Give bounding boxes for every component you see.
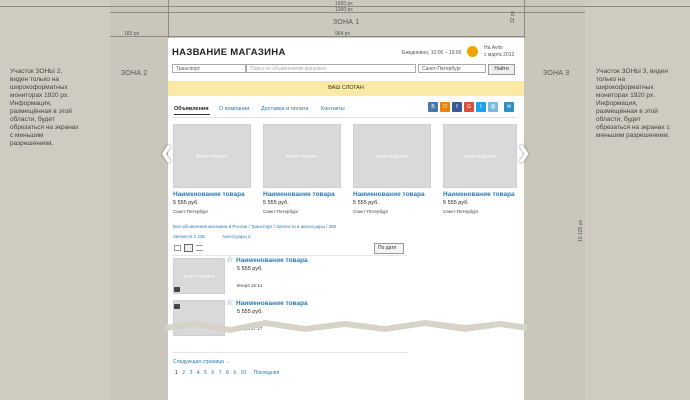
- ok-icon[interactable]: О: [440, 102, 450, 112]
- mail-icon[interactable]: @: [488, 102, 498, 112]
- carousel-item-city: Санкт-Петербург: [353, 209, 389, 214]
- view-table-icon[interactable]: [196, 245, 203, 251]
- top-height-label: 32 px: [510, 10, 517, 24]
- carousel-item-name[interactable]: Наименование товара: [353, 191, 425, 198]
- carousel-item-city: Санкт-Петербург: [173, 209, 209, 214]
- listing-item-date: Вчера 15:14: [237, 283, 263, 288]
- camera-icon: [174, 287, 180, 292]
- width-1260-label: 1260 px: [335, 7, 353, 13]
- carousel-photo[interactable]: ФОТО ТОВАРА: [173, 124, 251, 188]
- search-input[interactable]: Поиск по объявлениям магазина: [246, 64, 416, 73]
- listing-item-price: 5 555 руб.: [237, 266, 263, 272]
- listing-photo[interactable]: ФОТО ТОВАРА: [173, 258, 225, 294]
- hours-text: Ежедневно, 10:00 – 19:00: [402, 50, 462, 56]
- category-select[interactable]: Транспорт: [172, 64, 246, 73]
- page-number[interactable]: 7: [219, 370, 222, 376]
- page-number[interactable]: 5: [204, 370, 207, 376]
- offset-label: 183 px: [124, 31, 140, 37]
- carousel-item-price: 5 555 руб.: [443, 200, 469, 206]
- find-button[interactable]: Найти: [488, 64, 515, 75]
- zone-3-note: Участок ЗОНЫ 3, виден только на широкофо…: [596, 68, 670, 139]
- last-page-link[interactable]: Последняя: [254, 370, 280, 376]
- next-page-link[interactable]: Следующая страница →: [173, 359, 230, 365]
- zone-1-label: ЗОНА 1: [333, 19, 360, 26]
- slogan-bar: ВАШ СЛОГАН: [168, 81, 524, 96]
- favorite-star-icon[interactable]: ☆: [226, 298, 233, 307]
- favorite-star-icon[interactable]: ☆: [226, 255, 233, 264]
- zone-2-left: [0, 0, 110, 400]
- zone-2-note: Участок ЗОНЫ 2, виден только на широкофо…: [10, 68, 79, 147]
- tab-delivery[interactable]: Доставка и оплата: [261, 106, 308, 112]
- carousel-prev-icon[interactable]: ❮: [160, 143, 173, 163]
- carousel-item-price: 5 555 руб.: [353, 200, 379, 206]
- telegram-icon[interactable]: ✉: [504, 102, 514, 112]
- vertical-guide-right: [524, 0, 525, 38]
- sort-select[interactable]: По дате: [374, 243, 404, 254]
- page-number[interactable]: 8: [226, 370, 229, 376]
- carousel-item-name[interactable]: Наименование товара: [263, 191, 335, 198]
- breadcrumb[interactable]: Все объявления магазина в России / Транс…: [173, 224, 336, 229]
- carousel-item-name[interactable]: Наименование товара: [443, 191, 515, 198]
- page-height-label: 10 125 px: [577, 220, 584, 242]
- carousel-item-city: Санкт-Петербург: [443, 209, 479, 214]
- filters-divider: [172, 255, 407, 256]
- zone-2-label: ЗОНА 2: [121, 70, 148, 77]
- page-number[interactable]: 9: [233, 370, 236, 376]
- filter-accessories[interactable]: Аксессуары 2: [222, 234, 250, 239]
- carousel-item-name[interactable]: Наименование товара: [173, 191, 245, 198]
- content-width-label: 954 px: [335, 31, 351, 37]
- page-number[interactable]: 4: [197, 370, 200, 376]
- view-list-icon[interactable]: [184, 244, 193, 252]
- carousel-photo[interactable]: ФОТО ТОВАРА: [263, 124, 341, 188]
- zone-3-strip: [524, 0, 585, 400]
- avito-line-1: На Avito: [484, 45, 503, 51]
- store-title: НАЗВАНИЕ МАГАЗИНА: [172, 47, 286, 58]
- carousel-item-city: Санкт-Петербург: [263, 209, 299, 214]
- page-number[interactable]: 2: [182, 370, 185, 376]
- avito-badge-icon: [467, 46, 478, 57]
- zone-2-strip: [110, 0, 168, 400]
- avito-line-2: с марта 2012: [484, 52, 515, 58]
- page-number-current[interactable]: 1: [175, 370, 178, 376]
- listing-item-name[interactable]: Наименование товара: [236, 257, 308, 264]
- facebook-icon[interactable]: f: [452, 102, 462, 112]
- zone-3-right: [585, 0, 690, 400]
- tabs-divider: [172, 117, 517, 118]
- page-number[interactable]: 6: [211, 370, 214, 376]
- listing-item-price: 5 555 руб.: [237, 309, 263, 315]
- page-number[interactable]: 3: [190, 370, 193, 376]
- carousel-photo[interactable]: ФОТО ТОВАРА: [443, 124, 517, 188]
- pagination-divider: [172, 352, 407, 353]
- google-plus-icon[interactable]: G: [464, 102, 474, 112]
- tab-ads[interactable]: Объявления: [174, 106, 209, 112]
- vertical-guide-left: [168, 0, 169, 38]
- vk-icon[interactable]: В: [428, 102, 438, 112]
- carousel-photo[interactable]: ФОТО ТОВАРА: [353, 124, 431, 188]
- tab-about[interactable]: О компании: [219, 106, 249, 112]
- carousel-item-price: 5 555 руб.: [173, 200, 199, 206]
- zone-3-label: ЗОНА 3: [543, 70, 570, 77]
- carousel-item-price: 5 555 руб.: [263, 200, 289, 206]
- filter-parts[interactable]: Запчасти 1 236: [173, 234, 205, 239]
- page-number[interactable]: 10: [241, 370, 247, 376]
- view-grid-icon[interactable]: [174, 245, 181, 251]
- tab-contacts[interactable]: Контакты: [321, 106, 345, 112]
- torn-page-divider: [165, 320, 527, 333]
- tab-active-underline: [174, 114, 210, 115]
- pagination: 1 2 3 4 5 6 7 8 9 10 Последняя: [175, 370, 279, 376]
- listing-item-name[interactable]: Наименование товара: [236, 300, 308, 307]
- camera-icon: [174, 304, 180, 309]
- carousel-next-icon[interactable]: ❯: [517, 143, 530, 163]
- twitter-icon[interactable]: t: [476, 102, 486, 112]
- city-select[interactable]: Санкт-Петербург: [418, 64, 486, 73]
